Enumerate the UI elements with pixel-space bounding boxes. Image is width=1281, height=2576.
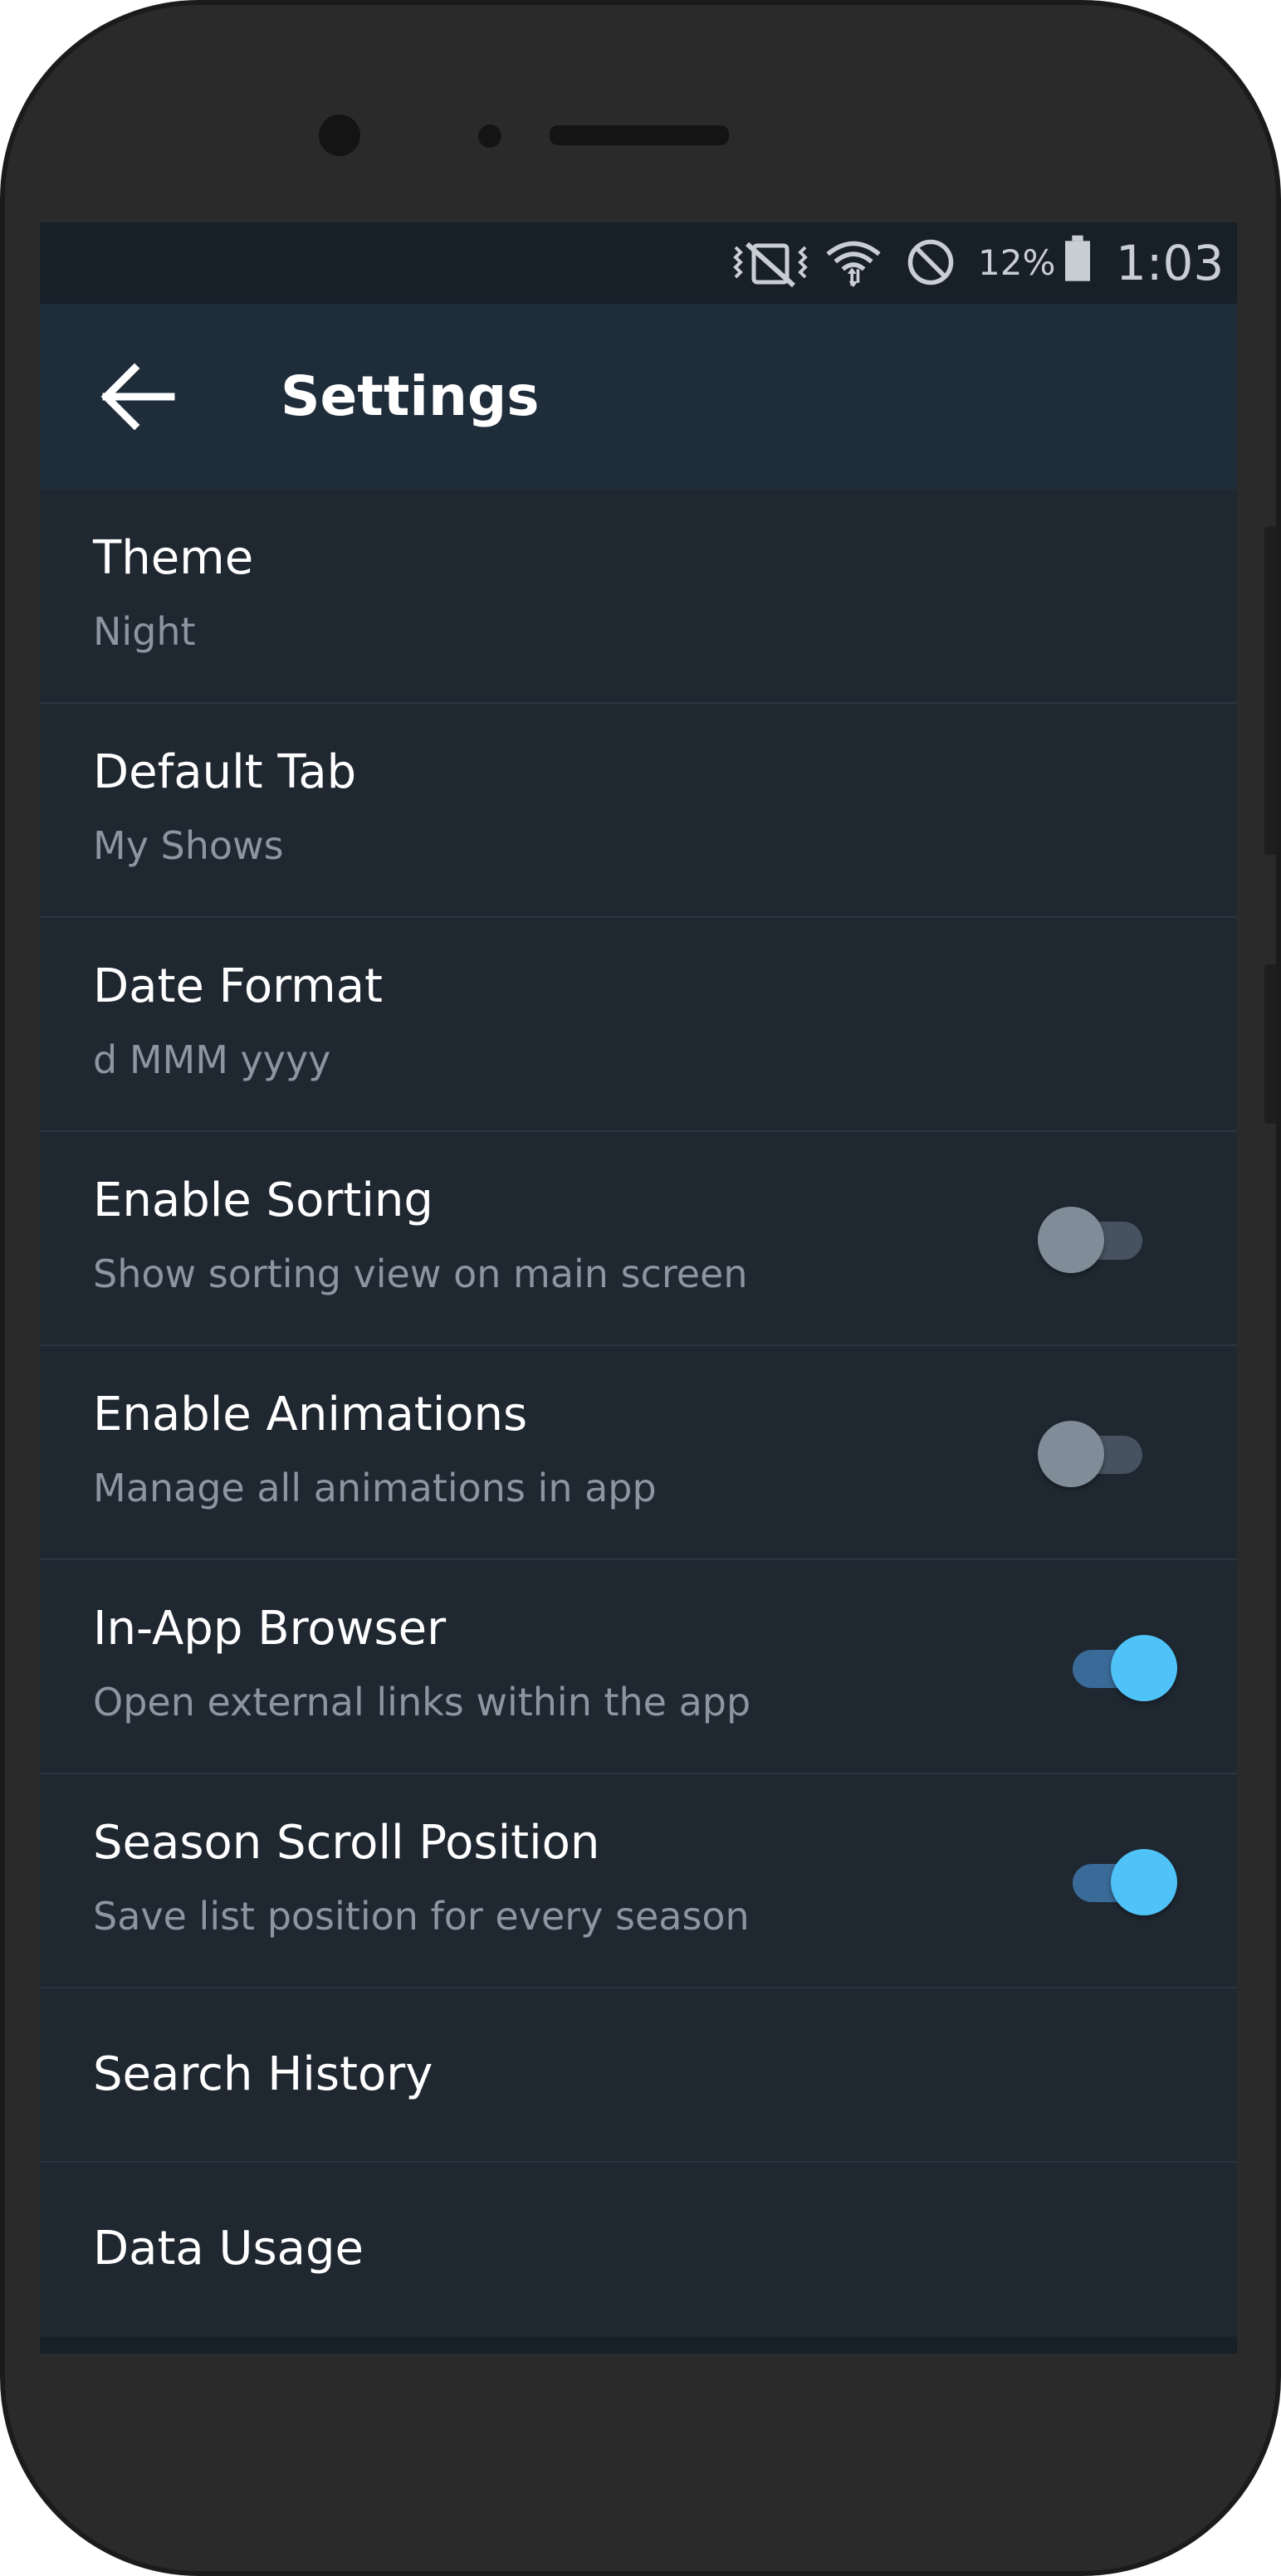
setting-title: Default Tab: [93, 745, 357, 799]
enable-sorting-toggle[interactable]: [1038, 1202, 1146, 1276]
setting-description: Open external links within the app: [93, 1680, 751, 1725]
season-scroll-position-toggle[interactable]: [1064, 1844, 1177, 1919]
setting-description: Save list position for every season: [93, 1894, 750, 1939]
setting-title: Season Scroll Position: [93, 1816, 600, 1870]
wifi-icon: [826, 241, 881, 288]
do-not-disturb-icon: [907, 239, 954, 285]
setting-title: Enable Sorting: [93, 1173, 433, 1227]
back-button[interactable]: [88, 347, 188, 446]
setting-value: Night: [93, 609, 196, 654]
bottom-edge: [40, 2337, 1237, 2354]
toggle-thumb: [1038, 1421, 1104, 1487]
setting-value: My Shows: [93, 823, 284, 868]
front-camera: [319, 115, 360, 156]
setting-value: d MMM yyyy: [93, 1037, 331, 1082]
setting-title: Enable Animations: [93, 1388, 528, 1442]
app-bar: Settings: [40, 304, 1237, 490]
arrow-left-icon: [100, 363, 175, 431]
status-bar: 12% 1:03: [40, 222, 1237, 304]
setting-title: In-App Browser: [93, 1602, 447, 1656]
battery-icon: [1065, 235, 1090, 281]
setting-in-app-browser[interactable]: In-App Browser Open external links withi…: [40, 1560, 1237, 1774]
setting-description: Manage all animations in app: [93, 1466, 657, 1510]
setting-search-history[interactable]: Search History: [40, 1988, 1237, 2163]
setting-title: Date Format: [93, 959, 383, 1013]
toggle-thumb: [1111, 1849, 1177, 1915]
setting-data-usage[interactable]: Data Usage: [40, 2163, 1237, 2337]
proximity-sensor: [478, 124, 501, 148]
in-app-browser-toggle[interactable]: [1064, 1630, 1177, 1705]
setting-title: Search History: [93, 2047, 433, 2101]
battery-percent: 12%: [978, 242, 1056, 283]
phone-frame: 12% 1:03 Settings Theme Night Default Ta…: [0, 0, 1281, 2576]
page-title: Settings: [281, 364, 540, 428]
screen: 12% 1:03 Settings Theme Night Default Ta…: [40, 222, 1237, 2354]
setting-description: Show sorting view on main screen: [93, 1251, 748, 1296]
setting-season-scroll-position[interactable]: Season Scroll Position Save list positio…: [40, 1774, 1237, 1988]
setting-default-tab[interactable]: Default Tab My Shows: [40, 704, 1237, 918]
clock: 1:03: [1116, 235, 1225, 291]
setting-date-format[interactable]: Date Format d MMM yyyy: [40, 918, 1237, 1132]
earpiece-speaker: [550, 125, 729, 145]
toggle-thumb: [1111, 1635, 1177, 1701]
setting-enable-sorting[interactable]: Enable Sorting Show sorting view on main…: [40, 1132, 1237, 1346]
setting-theme[interactable]: Theme Night: [40, 490, 1237, 704]
setting-title: Data Usage: [93, 2222, 364, 2276]
toggle-thumb: [1038, 1207, 1104, 1273]
vibrate-off-icon: [733, 242, 808, 288]
volume-button: [1264, 526, 1276, 855]
setting-enable-animations[interactable]: Enable Animations Manage all animations …: [40, 1346, 1237, 1560]
power-button: [1264, 964, 1276, 1124]
enable-animations-toggle[interactable]: [1038, 1416, 1146, 1490]
settings-list: Theme Night Default Tab My Shows Date Fo…: [40, 490, 1237, 2337]
setting-title: Theme: [93, 531, 254, 585]
